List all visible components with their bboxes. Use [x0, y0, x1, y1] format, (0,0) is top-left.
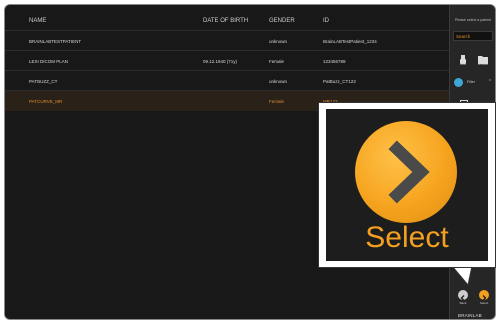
chevron-up-icon: ⌃	[487, 79, 492, 85]
chevron-right-icon	[388, 140, 430, 204]
table-row[interactable]: PATBUZZ_CT unknown PatBuzz_CT123	[5, 70, 449, 91]
back-arrow-icon	[458, 290, 468, 301]
table-row[interactable]: BRAINLABTESTPATIENT unknown BrainLABTest…	[5, 30, 449, 51]
col-id-header[interactable]: ID	[323, 18, 329, 24]
cell-gender: unknown	[269, 39, 288, 44]
cell-name: PATCURVE_MR	[29, 99, 63, 104]
select-button-enlarged	[355, 121, 457, 223]
brainlab-logo: BRAINLAB	[458, 313, 482, 318]
filter-label: Filter	[467, 80, 475, 84]
disk-button[interactable]: Disk	[454, 51, 472, 71]
cell-name: PATBUZZ_CT	[29, 79, 58, 84]
cell-gender: unknown	[269, 79, 288, 84]
table-header: NAME DATE OF BIRTH GENDER ID	[5, 18, 449, 30]
table-row[interactable]: LEXI DICOM PLAN 09.12.1940 (71y) Female …	[5, 50, 449, 71]
cell-id: 123456789	[323, 59, 346, 64]
cell-id: PatBuzz_CT123	[323, 79, 356, 84]
forward-arrow-icon	[479, 290, 489, 301]
select-callout-zoom: Select	[318, 102, 496, 268]
search-input[interactable]: Search	[453, 31, 493, 41]
disk-label: Disk	[460, 62, 466, 66]
cell-gender: Female	[269, 59, 285, 64]
cell-name: BRAINLABTESTPATIENT	[29, 39, 82, 44]
sidebar-prompt: Please select a patient	[454, 18, 492, 22]
cell-dob: 09.12.1940 (71y)	[203, 59, 238, 64]
cell-gender: Female	[269, 99, 285, 104]
cell-id: BrainLABTestPatient_1234	[323, 39, 377, 44]
select-button[interactable]: Select	[477, 290, 491, 305]
browse-button[interactable]: Browse	[474, 51, 492, 71]
col-dob-header[interactable]: DATE OF BIRTH	[203, 18, 248, 24]
cell-name: LEXI DICOM PLAN	[29, 59, 69, 64]
folder-icon	[478, 51, 488, 64]
col-gender-header[interactable]: GENDER	[269, 18, 295, 24]
usb-icon	[458, 51, 468, 64]
browse-label: Browse	[477, 62, 488, 66]
select-callout-label: Select	[365, 221, 449, 254]
filter-toggle[interactable]: Filter ⌃	[454, 77, 494, 88]
filter-icon	[454, 78, 463, 87]
col-name-header[interactable]: NAME	[29, 18, 46, 24]
back-button[interactable]: Back	[456, 290, 470, 305]
callout-panel: Select	[326, 109, 488, 261]
